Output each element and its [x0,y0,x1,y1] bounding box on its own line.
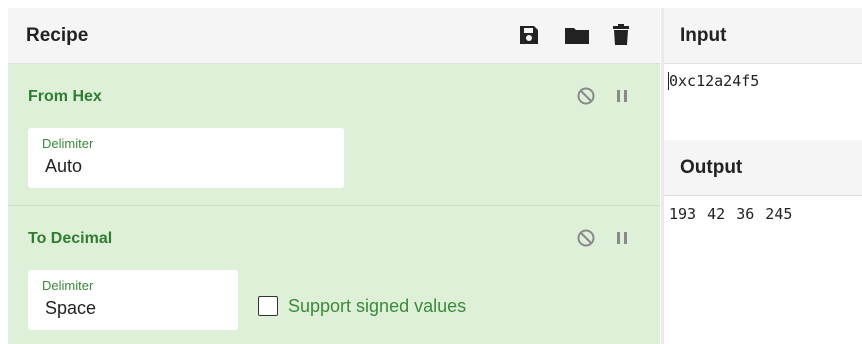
input-textarea[interactable]: 0xc12a24f5 [669,72,759,90]
disable-icon[interactable] [576,86,596,106]
operation-title: From Hex [28,88,102,105]
output-header: Output [664,140,862,196]
pause-icon[interactable] [612,228,632,248]
input-title: Input [680,25,727,46]
operation-title: To Decimal [28,230,113,247]
save-icon[interactable] [518,24,540,46]
support-signed-label[interactable]: Support signed values [288,296,466,317]
output-textarea[interactable]: 193 42 36 245 [669,205,792,223]
output-title: Output [680,157,743,178]
delimiter-field[interactable]: Delimiter Space [28,270,238,330]
recipe-header: Recipe [8,8,660,64]
operation-from-hex[interactable]: From Hex Delimiter Auto [8,64,660,206]
recipe-panel: Recipe From Hex Delimiter Auto To Decima… [8,8,660,344]
delimiter-label: Delimiter [42,136,94,151]
disable-icon[interactable] [576,228,596,248]
folder-icon[interactable] [564,24,590,46]
delimiter-label: Delimiter [42,278,94,293]
delimiter-value: Auto [45,156,83,176]
input-header: Input [664,8,862,64]
trash-icon[interactable] [612,24,630,46]
support-signed-checkbox[interactable] [258,296,278,316]
recipe-title: Recipe [26,25,89,46]
delimiter-value: Space [45,298,97,318]
delimiter-field[interactable]: Delimiter Auto [28,128,344,188]
operation-to-decimal[interactable]: To Decimal Delimiter Space Support signe… [8,206,660,344]
pause-icon[interactable] [612,86,632,106]
